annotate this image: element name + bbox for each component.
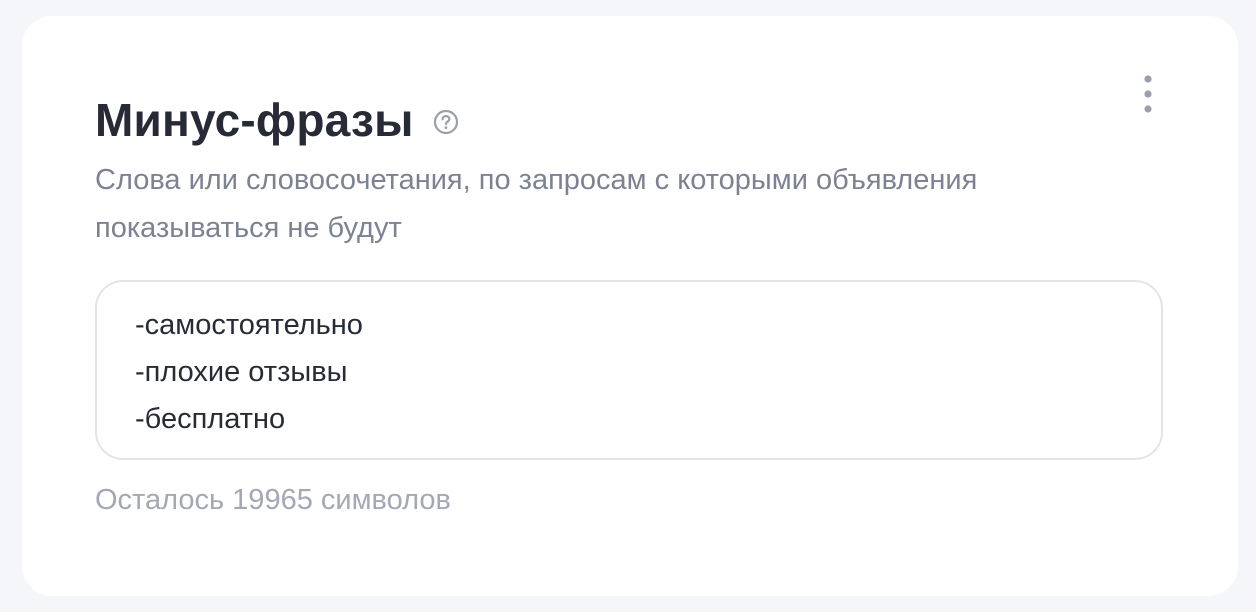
page-title: Минус-фразы [95,94,414,146]
section-description: Слова или словосочетания, по запросам с … [95,164,978,244]
more-vertical-icon [1143,74,1153,119]
phrase-line: -самостоятельно [135,309,363,341]
negative-phrases-input[interactable]: -самостоятельно -плохие отзывы -бесплатн… [95,280,1163,460]
phrase-line: -бесплатно [135,403,286,435]
phrase-line: -плохие отзывы [135,356,348,388]
more-options-button[interactable] [1128,74,1168,119]
question-circle-icon[interactable] [433,109,459,135]
card-header: Минус-фразы [95,92,459,148]
characters-remaining-counter: Осталось 19965 символов [95,484,451,516]
negative-phrases-card: Минус-фразы Слова или словосочетания, по… [22,16,1238,596]
